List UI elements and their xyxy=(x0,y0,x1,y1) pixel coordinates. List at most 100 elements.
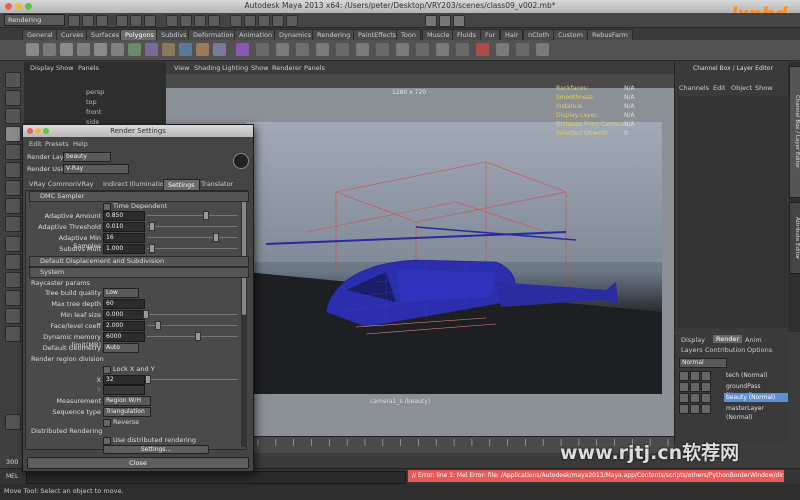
section-system[interactable]: System xyxy=(29,267,249,278)
new-scene-icon[interactable] xyxy=(68,15,80,27)
subdiv-proxy-icon[interactable] xyxy=(476,43,489,56)
slider-handle[interactable] xyxy=(203,211,209,220)
append-icon[interactable] xyxy=(276,43,289,56)
hypershade-layout-icon[interactable] xyxy=(5,326,21,342)
layer-tab-display[interactable]: Display xyxy=(681,336,705,344)
channel-menu-object[interactable]: Object xyxy=(731,84,752,92)
viewport-menu-renderer[interactable]: Renderer xyxy=(272,64,302,72)
extract-icon[interactable] xyxy=(162,43,175,56)
select-object-icon[interactable] xyxy=(130,15,142,27)
viewport-menu-view[interactable]: View xyxy=(174,64,189,72)
outliner-menu-display[interactable]: Display xyxy=(30,64,54,72)
settings-scrollbar[interactable] xyxy=(241,191,247,447)
graph-layout-icon[interactable] xyxy=(5,308,21,324)
lock-x-and-y-checkbox[interactable] xyxy=(103,366,111,374)
paint-select-tool-icon[interactable] xyxy=(5,108,21,124)
hypershade-icon[interactable] xyxy=(286,15,298,27)
insert-loop-icon[interactable] xyxy=(316,43,329,56)
recycle-icon[interactable] xyxy=(690,393,700,403)
tab-settings[interactable]: Settings xyxy=(163,179,200,190)
distributed-settings-button[interactable]: Settings... xyxy=(103,445,209,454)
bevel-icon[interactable] xyxy=(213,43,226,56)
dynamic-memory-field[interactable]: 6000 xyxy=(103,332,145,342)
time-dependent-checkbox[interactable] xyxy=(103,203,111,211)
poly-cone-icon[interactable] xyxy=(77,43,90,56)
outliner-menu-panels[interactable]: Panels xyxy=(78,64,99,72)
scrollbar-thumb[interactable] xyxy=(242,195,246,315)
outliner-item[interactable]: persp xyxy=(86,88,104,96)
save-scene-icon[interactable] xyxy=(96,15,108,27)
shelf-tab-general[interactable]: General xyxy=(22,29,58,40)
dynamic-memory-slider[interactable] xyxy=(147,336,237,337)
subdivs-mult-field[interactable]: 1.000 xyxy=(103,244,145,254)
shelf-tab-custom[interactable]: Custom xyxy=(553,29,588,40)
poly-plane-icon[interactable] xyxy=(94,43,107,56)
custom-layout-icon[interactable] xyxy=(5,414,21,430)
adaptive-min-samples-field[interactable]: 16 xyxy=(103,233,145,243)
slider-handle[interactable] xyxy=(213,233,219,242)
merge-icon[interactable] xyxy=(356,43,369,56)
section-default-displacement[interactable]: Default Displacement and Subdivision xyxy=(29,256,249,267)
reverse-normals-icon[interactable] xyxy=(536,43,549,56)
slider-handle[interactable] xyxy=(143,310,149,319)
reverse-checkbox[interactable] xyxy=(103,419,111,427)
dialog-minimize-button[interactable] xyxy=(35,128,41,134)
min-leaf-size-field[interactable]: 0.000 xyxy=(103,310,145,320)
poly-cylinder-icon[interactable] xyxy=(60,43,73,56)
layer-row[interactable]: groundPass (Normal) xyxy=(679,381,787,399)
viewport-menu-shading[interactable]: Shading xyxy=(194,64,220,72)
tab-translator[interactable]: Translator xyxy=(197,179,237,189)
command-input[interactable] xyxy=(26,471,406,484)
channel-menu-channels[interactable]: Channels xyxy=(679,84,709,92)
attribute-editor-side-tab[interactable]: Attribute Editor xyxy=(789,202,800,274)
recycle-icon[interactable] xyxy=(690,382,700,392)
scale-tool-icon[interactable] xyxy=(5,162,21,178)
smooth-icon[interactable] xyxy=(179,43,192,56)
shelf-tab-curves[interactable]: Curves xyxy=(56,29,89,40)
shelf-tab-toon[interactable]: Toon xyxy=(396,29,421,40)
slider-handle[interactable] xyxy=(145,375,151,384)
soft-mod-tool-icon[interactable] xyxy=(5,198,21,214)
max-tree-depth-field[interactable]: 60 xyxy=(103,299,145,309)
recycle-icon[interactable] xyxy=(690,371,700,381)
dialog-zoom-button[interactable] xyxy=(43,128,49,134)
render-toggle-icon[interactable] xyxy=(679,371,689,381)
layer-row[interactable]: masterLayer (Normal) xyxy=(679,403,787,421)
rotate-tool-icon[interactable] xyxy=(5,144,21,160)
render-using-dropdown[interactable]: V-Ray xyxy=(63,164,129,174)
two-view-layout-icon[interactable] xyxy=(5,272,21,288)
command-mode-label[interactable]: MEL xyxy=(6,473,18,480)
mirror-icon[interactable] xyxy=(196,43,209,56)
adaptive-min-samples-slider[interactable] xyxy=(147,237,237,238)
shelf-tab-fluids[interactable]: Fluids xyxy=(452,29,481,40)
last-tool-icon[interactable] xyxy=(5,216,21,232)
toggle-panel-icon[interactable] xyxy=(425,15,437,27)
face-level-coeff-field[interactable]: 2.000 xyxy=(103,321,145,331)
extrude-icon[interactable] xyxy=(236,43,249,56)
split-icon[interactable] xyxy=(296,43,309,56)
layer-row-selected[interactable]: beauty (Normal) xyxy=(679,392,788,403)
triangulate-icon[interactable] xyxy=(496,43,509,56)
layer-tab-render[interactable]: Render xyxy=(713,335,743,343)
render-frame-icon[interactable] xyxy=(244,15,256,27)
default-geometry-dropdown[interactable]: Auto xyxy=(103,343,139,353)
adaptive-amount-slider[interactable] xyxy=(147,215,237,216)
single-view-layout-icon[interactable] xyxy=(5,236,21,252)
adaptive-threshold-slider[interactable] xyxy=(147,226,237,227)
channel-menu-edit[interactable]: Edit xyxy=(713,84,726,92)
toggle-panel-icon[interactable] xyxy=(453,15,465,27)
tab-vray[interactable]: VRay xyxy=(73,179,98,189)
spherical-map-icon[interactable] xyxy=(436,43,449,56)
bridge-icon[interactable] xyxy=(256,43,269,56)
toggle-panel-icon[interactable] xyxy=(439,15,451,27)
select-hierarchy-icon[interactable] xyxy=(116,15,128,27)
move-tool-icon[interactable] xyxy=(5,126,21,142)
shelf-tab-animation[interactable]: Animation xyxy=(234,29,278,40)
snap-grid-icon[interactable] xyxy=(166,15,178,27)
measurement-dropdown[interactable]: Region W/H xyxy=(103,396,151,406)
tree-build-quality-dropdown[interactable]: Low xyxy=(103,288,139,298)
sequence-type-dropdown[interactable]: Triangulation xyxy=(103,407,151,417)
quadrangulate-icon[interactable] xyxy=(516,43,529,56)
planar-map-icon[interactable] xyxy=(396,43,409,56)
tab-indirect-illumination[interactable]: Indirect Illumination xyxy=(99,179,172,189)
